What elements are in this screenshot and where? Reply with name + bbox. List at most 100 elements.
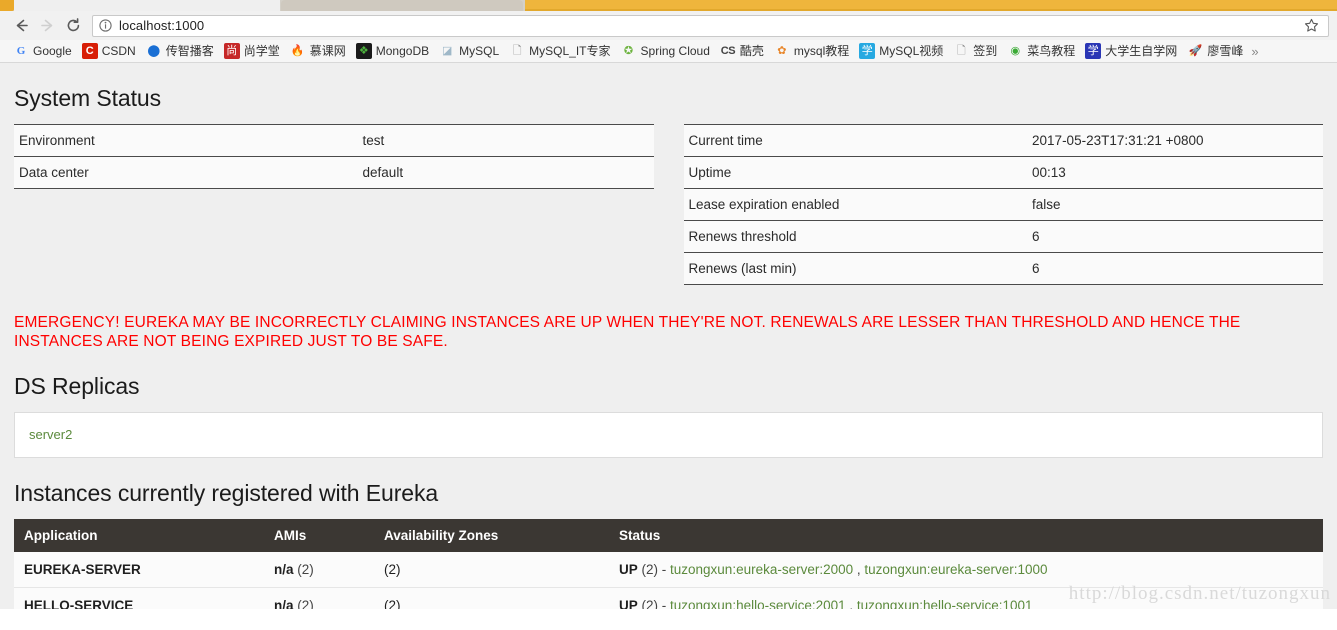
bookmark-item[interactable]: ◉ 菜鸟教程 bbox=[1002, 41, 1080, 61]
column-header-status: Status bbox=[609, 519, 1323, 552]
system-status-left-rows: Environment test Data center default bbox=[14, 124, 654, 189]
amis-count: (2) bbox=[297, 562, 314, 577]
table-row: Current time 2017-05-23T17:31:21 +0800 bbox=[683, 124, 1323, 157]
status-count: (2) - bbox=[637, 562, 671, 577]
status-value: 00:13 bbox=[1027, 156, 1323, 189]
csdn-icon: C bbox=[81, 43, 98, 59]
system-status-right-table: Current time 2017-05-23T17:31:21 +0800 Upt… bbox=[683, 124, 1323, 285]
bookmark-item[interactable]: ✪ Spring Cloud bbox=[616, 41, 715, 61]
bookmark-item[interactable]: 🚀 廖雪峰 bbox=[1182, 41, 1248, 61]
system-status-left-column: Environment test Data center default bbox=[14, 124, 654, 285]
status-link-separator: , bbox=[853, 562, 865, 577]
rocket-icon: 🚀 bbox=[1188, 44, 1203, 57]
bookmark-item[interactable]: 尚尚学堂 bbox=[219, 41, 285, 61]
bookmark-item[interactable]: ◪ MySQL bbox=[434, 41, 504, 61]
bookmark-label: 廖雪峰 bbox=[1207, 44, 1244, 58]
bookmarks-overflow-button[interactable]: » bbox=[1248, 44, 1258, 59]
column-header-amis: AMIs bbox=[264, 519, 374, 552]
page-title-system-status: System Status bbox=[14, 85, 161, 111]
document-icon: 🗋 bbox=[512, 44, 522, 57]
table-row: Renews threshold 6 bbox=[683, 220, 1323, 253]
status-value: 6 bbox=[1027, 252, 1323, 285]
browser-tab-inactive[interactable] bbox=[281, 0, 523, 11]
instance-link[interactable]: tuzongxun:hello-service:2001 bbox=[670, 598, 846, 609]
status-key: Data center bbox=[14, 156, 358, 189]
shangxuetang-icon: 尚 bbox=[223, 43, 240, 59]
bookmark-item[interactable]: 学大学生自学网 bbox=[1080, 41, 1182, 61]
bookmark-item[interactable]: CS 酷壳 bbox=[715, 41, 769, 61]
status-value: 6 bbox=[1027, 220, 1323, 253]
bookmark-label: 尚学堂 bbox=[243, 44, 280, 58]
ds-replica-link[interactable]: server2 bbox=[29, 427, 72, 442]
browser-toolbar: localhost:1000 bbox=[0, 11, 1337, 40]
bookmark-item[interactable]: ⬤ 传智播客 bbox=[141, 41, 219, 61]
tab-strip-left-accent bbox=[0, 0, 14, 11]
bookmark-item[interactable]: 🗋 签到 bbox=[948, 41, 1002, 61]
address-bar-url[interactable]: localhost:1000 bbox=[119, 18, 1300, 33]
browser-tab-active[interactable] bbox=[525, 0, 1337, 11]
instance-link[interactable]: tuzongxun:eureka-server:1000 bbox=[864, 562, 1047, 577]
bookmark-label: MySQL_IT专家 bbox=[529, 44, 611, 58]
bookmark-label: 大学生自学网 bbox=[1105, 44, 1178, 58]
cell-application: EUREKA-SERVER bbox=[14, 552, 264, 588]
status-key: Current time bbox=[683, 124, 1028, 157]
emergency-warning-message: EMERGENCY! EUREKA MAY BE INCORRECTLY CLA… bbox=[14, 314, 1241, 350]
instance-link[interactable]: tuzongxun:eureka-server:2000 bbox=[670, 562, 853, 577]
bookmark-item[interactable]: C CSDN bbox=[77, 41, 141, 61]
bookmark-label: Google bbox=[33, 44, 72, 58]
system-status-right-rows: Current time 2017-05-23T17:31:21 +0800 Upt… bbox=[683, 124, 1323, 285]
cell-amis: n/a (2) bbox=[264, 552, 374, 588]
mongodb-icon: ❖ bbox=[355, 43, 372, 59]
cell-amis: n/a (2) bbox=[264, 587, 374, 609]
bookmark-label: 酷壳 bbox=[739, 44, 764, 58]
daxuesheng-icon: 学 bbox=[1085, 43, 1102, 59]
browser-tab-strip[interactable] bbox=[0, 0, 1337, 11]
page-title-ds-replicas: DS Replicas bbox=[14, 373, 140, 399]
instance-link[interactable]: tuzongxun:hello-service:1001 bbox=[857, 598, 1033, 609]
document-icon: 🗋 bbox=[956, 44, 966, 57]
table-row: Renews (last min) 6 bbox=[683, 252, 1323, 285]
status-value: default bbox=[357, 156, 654, 189]
itcast-icon: ⬤ bbox=[147, 44, 160, 57]
address-bar[interactable]: localhost:1000 bbox=[92, 14, 1329, 37]
bookmark-label: MongoDB bbox=[375, 44, 430, 58]
column-header-availability-zones: Availability Zones bbox=[374, 519, 609, 552]
bookmark-label: mysql教程 bbox=[793, 44, 850, 58]
bookmarks-bar[interactable]: G Google C CSDN ⬤ 传智播客尚尚学堂 🔥 慕课网 ❖ MongoDB ◪ MySQL 🗋… bbox=[0, 40, 1337, 63]
cell-application: HELLO-SERVICE bbox=[14, 587, 264, 609]
system-status-tables: Environment test Data center default Curren… bbox=[14, 124, 1323, 285]
bookmark-item[interactable]: G Google bbox=[8, 41, 77, 61]
status-link-separator: , bbox=[845, 598, 857, 609]
bookmark-item[interactable]: 学 MySQL视频 bbox=[854, 41, 948, 61]
info-circle-icon bbox=[99, 19, 112, 32]
status-badge: UP bbox=[619, 598, 638, 609]
back-button[interactable] bbox=[8, 13, 34, 39]
amis-count: (2) bbox=[297, 598, 314, 609]
status-key: Lease expiration enabled bbox=[683, 188, 1028, 221]
watermark-text: http://blog.csdn.net/tuzongxun bbox=[1068, 583, 1331, 604]
bookmark-label: 签到 bbox=[973, 44, 998, 58]
spring-leaf-icon: ✪ bbox=[623, 44, 634, 57]
status-badge: UP bbox=[619, 562, 638, 577]
page-title-instances: Instances currently registered with Eure… bbox=[14, 480, 439, 506]
bookmark-item[interactable]: 🔥 慕课网 bbox=[285, 41, 351, 61]
bookmark-item[interactable]: 🗋 MySQL_IT专家 bbox=[504, 41, 615, 61]
cell-availability-zones: (2) bbox=[374, 552, 609, 588]
coolshell-icon: CS bbox=[720, 44, 736, 57]
ds-replicas-panel: server2 bbox=[14, 412, 1323, 458]
instances-header-row: Application AMIs Availability Zones Stat… bbox=[14, 519, 1323, 552]
bookmark-item[interactable]: ✿ mysql教程 bbox=[769, 41, 854, 61]
system-status-left-table: Environment test Data center default bbox=[14, 124, 654, 189]
bookmark-label: MySQL视频 bbox=[879, 44, 944, 58]
status-value: test bbox=[357, 124, 654, 157]
star-icon[interactable] bbox=[1300, 16, 1322, 36]
status-key: Environment bbox=[14, 124, 358, 157]
mysql-tutorial-icon: ✿ bbox=[777, 44, 787, 57]
mysql-icon: ◪ bbox=[441, 44, 453, 57]
bookmark-label: Spring Cloud bbox=[640, 44, 710, 58]
cell-availability-zones: (2) bbox=[374, 587, 609, 609]
bookmark-item[interactable]: ❖ MongoDB bbox=[351, 41, 434, 61]
instances-table-head: Application AMIs Availability Zones Stat… bbox=[14, 519, 1323, 552]
reload-button[interactable] bbox=[60, 13, 86, 39]
status-key: Renews (last min) bbox=[683, 252, 1028, 285]
